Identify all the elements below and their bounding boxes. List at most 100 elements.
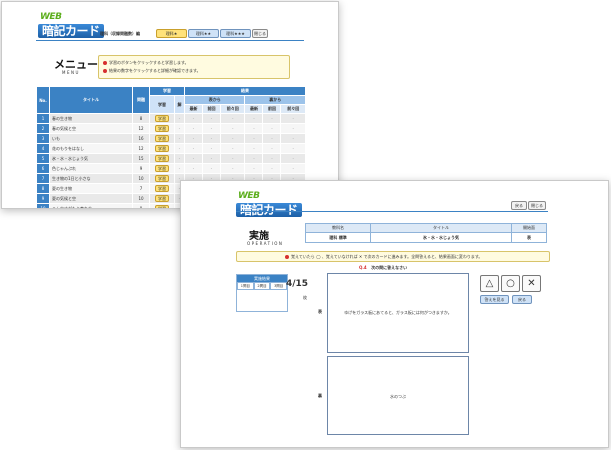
result-cell[interactable]: - bbox=[262, 113, 282, 124]
level3-button[interactable]: 理科★★★ bbox=[220, 29, 251, 38]
study-button[interactable]: 学習 bbox=[155, 175, 169, 182]
result-panel-title: 実施結果 bbox=[237, 275, 287, 282]
study-button[interactable]: 学習 bbox=[155, 115, 169, 122]
study-button[interactable]: 学習 bbox=[155, 185, 169, 192]
result-cell[interactable]: - bbox=[280, 163, 306, 174]
row-count: 16 bbox=[132, 133, 150, 144]
subject-value: 理科 標準 bbox=[305, 232, 371, 243]
result-cell[interactable]: - bbox=[280, 123, 306, 134]
study-cell: 学習 bbox=[149, 143, 175, 154]
study-button[interactable]: 学習 bbox=[155, 205, 169, 208]
row-number: 3 bbox=[36, 133, 50, 144]
study-cell: 学習 bbox=[149, 193, 175, 204]
result-cell[interactable]: - bbox=[201, 133, 221, 144]
row-title: 色じゃんぷれ bbox=[49, 163, 133, 174]
logo-web-text: WEB bbox=[238, 191, 260, 201]
result-cell[interactable]: - bbox=[201, 123, 221, 134]
study-cell: 学習 bbox=[149, 113, 175, 124]
row-number: 10 bbox=[36, 203, 50, 208]
result-cell[interactable]: - bbox=[244, 153, 264, 164]
result-cell[interactable]: - bbox=[280, 133, 306, 144]
header-label: 理科（収録問題数）編 bbox=[100, 31, 140, 36]
result-cell[interactable]: - bbox=[184, 113, 203, 124]
result-cell[interactable]: - bbox=[244, 123, 264, 134]
result-cell[interactable]: - bbox=[201, 153, 221, 164]
result-cell[interactable]: - bbox=[244, 113, 264, 124]
result-cell[interactable]: - bbox=[184, 153, 203, 164]
flag-cell: - bbox=[174, 133, 185, 144]
instruction-text: 覚えていたら ◯ 、覚えていなければ ✕ で次のカードに進みます。全問答えると、… bbox=[285, 254, 482, 260]
study-button[interactable]: 学習 bbox=[155, 125, 169, 132]
result-cell[interactable]: - bbox=[280, 113, 306, 124]
level2-button[interactable]: 理科★★ bbox=[188, 29, 219, 38]
return-button[interactable]: 戻る bbox=[512, 295, 532, 304]
row-title: 春の生き物 bbox=[49, 113, 133, 124]
answer-card[interactable]: 水のつぶ bbox=[327, 356, 469, 435]
page-subtitle: MENU bbox=[62, 70, 80, 75]
question-text: ゆげをガラス板にあてると、ガラス板には何がつきますか。 bbox=[344, 310, 452, 315]
group-back: 裏から bbox=[244, 95, 306, 105]
row-number: 8 bbox=[36, 183, 50, 194]
close-button[interactable]: 閉じる bbox=[528, 201, 546, 210]
row-count: 10 bbox=[132, 173, 150, 184]
level1-button[interactable]: 理科★ bbox=[156, 29, 187, 38]
study-button[interactable]: 学習 bbox=[155, 155, 169, 162]
study-button[interactable]: 学習 bbox=[155, 145, 169, 152]
study-cell: 学習 bbox=[149, 183, 175, 194]
instruction-bar: 覚えていたら ◯ 、覚えていなければ ✕ で次のカードに進みます。全問答えると、… bbox=[236, 251, 550, 262]
result-cell[interactable]: - bbox=[262, 133, 282, 144]
row-count: 10 bbox=[132, 193, 150, 204]
sub-col: 前回 bbox=[262, 104, 282, 114]
show-answer-button[interactable]: 答えを見る bbox=[480, 295, 509, 304]
menu-notes: 学習のボタンをクリックすると学習します。 結果の数字をクリックすると詳細が確認で… bbox=[98, 55, 290, 79]
result-cell[interactable]: - bbox=[201, 143, 221, 154]
col-start: 開始面 bbox=[511, 223, 547, 233]
triangle-button[interactable]: △ bbox=[480, 275, 499, 292]
result-cell[interactable]: - bbox=[244, 133, 264, 144]
flag-cell: - bbox=[174, 153, 185, 164]
row-number: 2 bbox=[36, 123, 50, 134]
front-label: 表 bbox=[318, 309, 322, 314]
question-card[interactable]: ゆげをガラス板にあてると、ガラス板には何がつきますか。 bbox=[327, 273, 469, 353]
result-cell[interactable]: - bbox=[219, 153, 246, 164]
row-count: 9 bbox=[132, 203, 150, 208]
table-row: 4 花のもりをはなし 12 学習 - - - - - - - bbox=[36, 143, 306, 154]
col-study: 学習 bbox=[149, 86, 185, 96]
result-cell[interactable]: - bbox=[219, 143, 246, 154]
result-cell[interactable]: - bbox=[262, 123, 282, 134]
result-cell[interactable]: - bbox=[201, 113, 221, 124]
result-cell[interactable]: - bbox=[184, 123, 203, 134]
result-cell[interactable]: - bbox=[184, 143, 203, 154]
result-cell[interactable]: - bbox=[219, 163, 246, 174]
group-front: 表から bbox=[183, 95, 246, 105]
cross-button[interactable]: ✕ bbox=[522, 275, 541, 292]
circle-button[interactable]: ○ bbox=[501, 275, 520, 292]
study-button[interactable]: 学習 bbox=[155, 165, 169, 172]
result-cell[interactable]: - bbox=[262, 163, 282, 174]
menu-window: WEB 暗記カード 理科（収録問題数）編 理科★ 理科★★ 理科★★★ 閉じる … bbox=[1, 1, 339, 209]
result-cell[interactable]: - bbox=[219, 123, 246, 134]
result-cell[interactable]: - bbox=[219, 133, 246, 144]
result-cell[interactable]: - bbox=[280, 143, 306, 154]
result-cell[interactable]: - bbox=[262, 143, 282, 154]
result-cell[interactable]: - bbox=[201, 163, 221, 174]
study-button[interactable]: 学習 bbox=[155, 195, 169, 202]
result-cell[interactable]: - bbox=[280, 153, 306, 164]
result-cell[interactable]: - bbox=[244, 163, 264, 174]
result-cell[interactable]: - bbox=[262, 153, 282, 164]
sub-col: 前回 bbox=[201, 104, 221, 114]
close-button[interactable]: 閉じる bbox=[252, 29, 268, 38]
result-cell[interactable]: - bbox=[184, 133, 203, 144]
result-cell[interactable]: - bbox=[219, 113, 246, 124]
flag-cell: - bbox=[174, 143, 185, 154]
study-button[interactable]: 学習 bbox=[155, 135, 169, 142]
study-cell: 学習 bbox=[149, 203, 175, 208]
back-button[interactable]: 戻る bbox=[511, 201, 527, 210]
result-cell[interactable]: - bbox=[184, 163, 203, 174]
col-result: 結果 bbox=[184, 86, 306, 96]
progress-unit: 枚 bbox=[303, 295, 307, 300]
table-row: 5 氷・水・水じょう気 15 学習 - - - - - - - bbox=[36, 153, 306, 164]
info-table: 教科名 タイトル 開始面 理科 標準 氷・水・水じょう気 表 bbox=[305, 223, 547, 243]
progress-count: 4/15 bbox=[286, 279, 309, 289]
result-cell[interactable]: - bbox=[244, 143, 264, 154]
